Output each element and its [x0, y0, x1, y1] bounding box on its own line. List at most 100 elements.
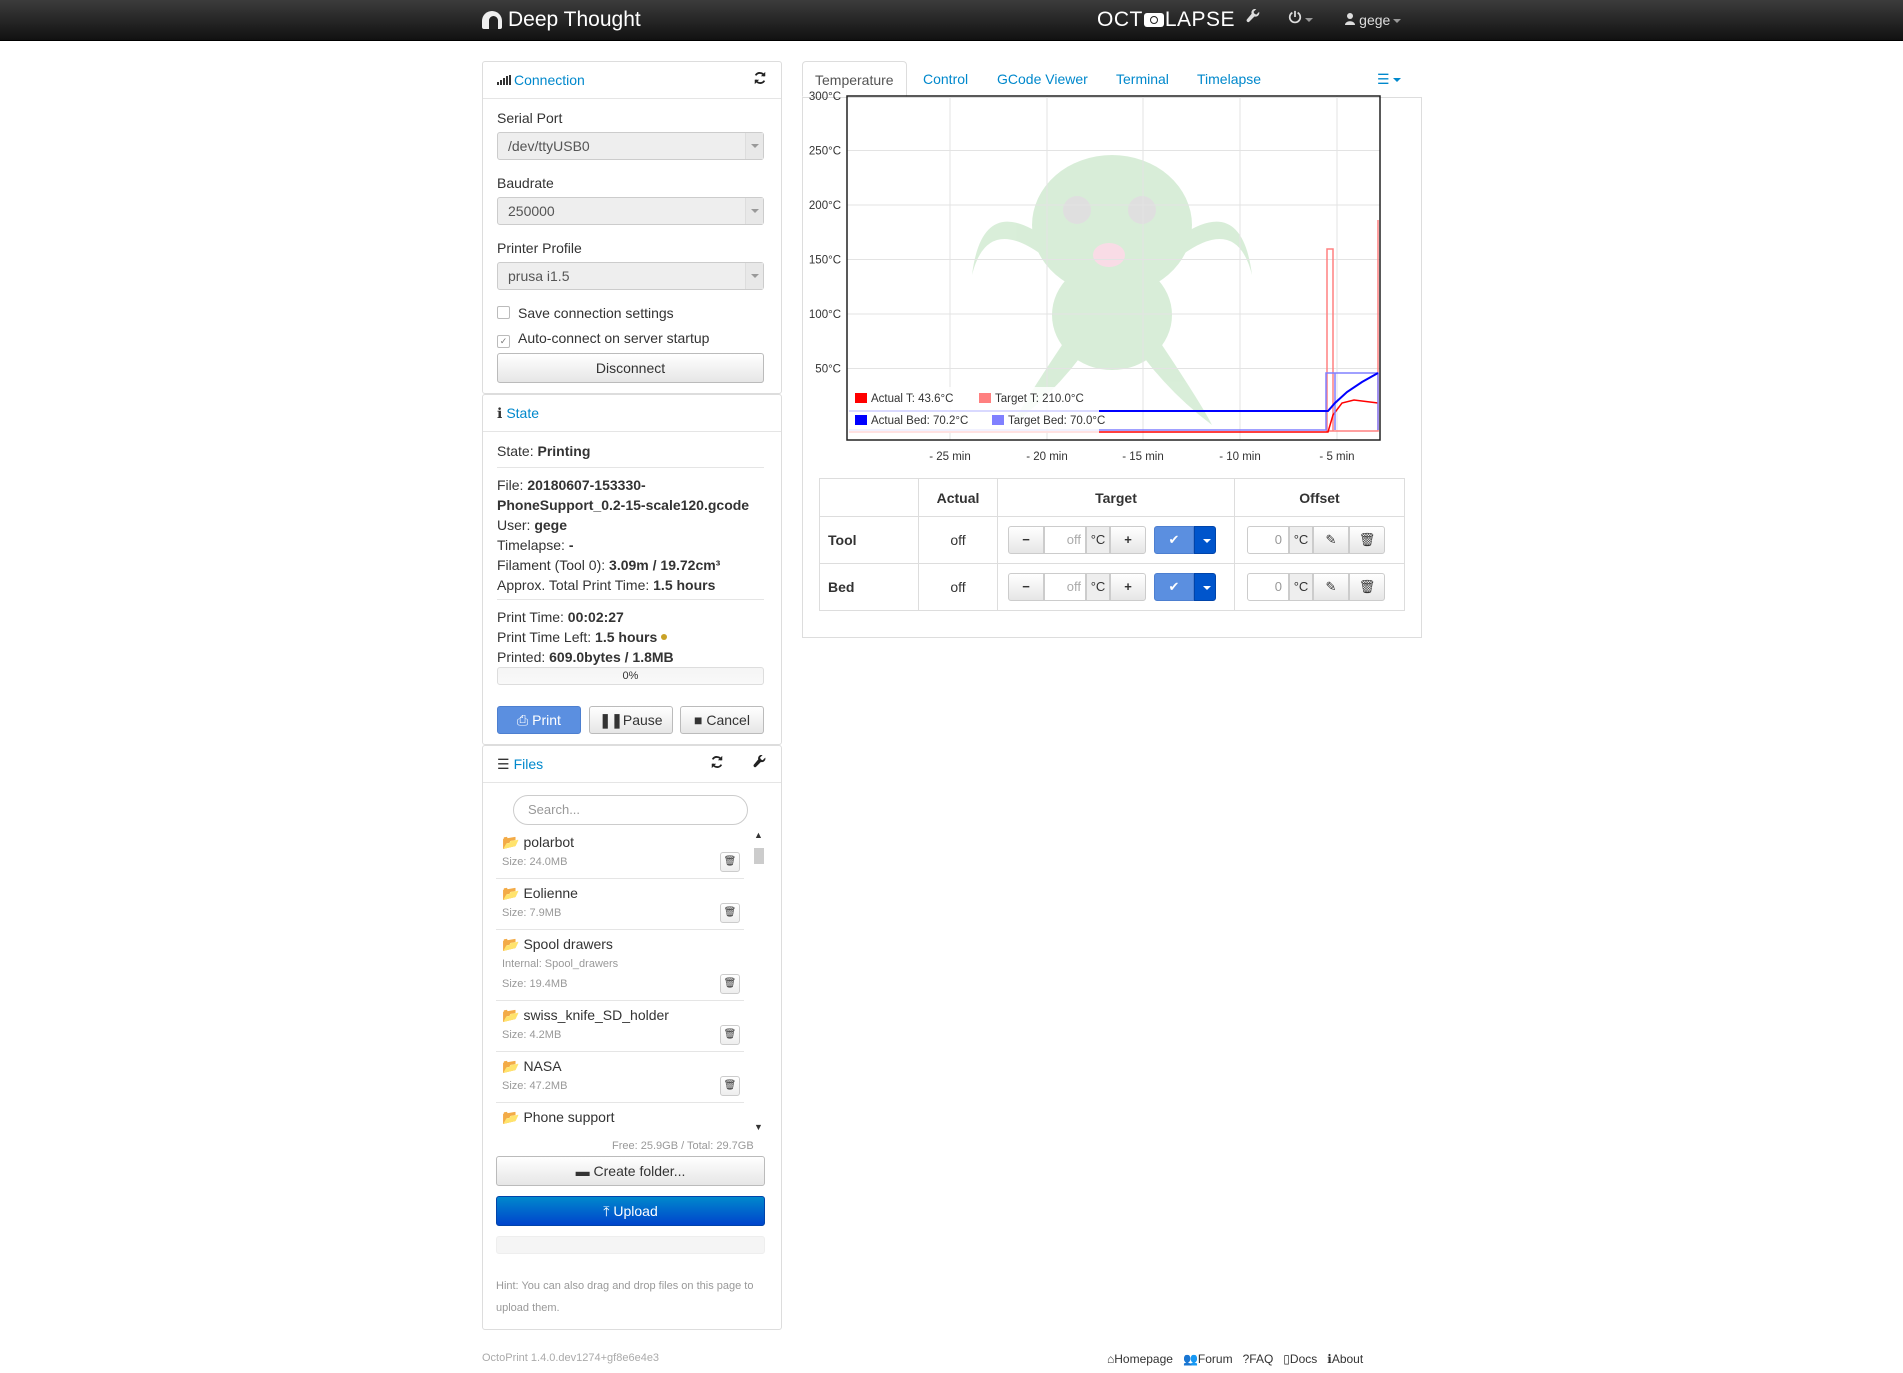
upload-button[interactable]: ⤒ Upload [496, 1196, 765, 1226]
state-title[interactable]: ℹ State [497, 405, 539, 422]
offset-controls: 0 °C ✎ 🗑 [1234, 516, 1405, 564]
trash-icon[interactable]: 🗑 [720, 903, 740, 923]
target-dropdown-toggle[interactable] [1194, 573, 1216, 601]
y-tick-label: 150°C [809, 255, 841, 267]
connection-panel-header[interactable]: Connection [483, 62, 781, 99]
printed-value: 609.0bytes / 1.8MB [549, 649, 674, 665]
edit-offset-button[interactable]: ✎ [1313, 526, 1349, 554]
set-target-button[interactable]: ✔ [1154, 573, 1194, 601]
file-name-cont: PhoneSupport_0.2-15-scale120.gcode [497, 497, 750, 513]
brand-link[interactable]: Deep Thought [482, 0, 641, 40]
footer-link-docs[interactable]: ▯Docs [1283, 1352, 1317, 1366]
increase-target-button[interactable]: + [1110, 573, 1146, 601]
trash-icon[interactable]: 🗑 [720, 974, 740, 994]
trash-icon[interactable]: 🗑 [720, 1076, 740, 1096]
y-tick-label: 300°C [809, 91, 841, 103]
folder-open-icon: 📂 [502, 834, 520, 850]
footer-links: ⌂Homepage 👥Forum ?FAQ ▯Docs ℹAbout [1107, 1352, 1363, 1366]
target-dropdown-toggle[interactable] [1194, 526, 1216, 554]
legend-target-tool: Target T: 210.0°C [995, 393, 1084, 405]
system-power-menu[interactable] [1288, 0, 1313, 40]
reset-offset-button[interactable]: 🗑 [1349, 573, 1385, 601]
file-item-internal: Internal: Spool_drawers [502, 958, 619, 970]
file-item-name: Phone support [523, 1109, 615, 1125]
footer-link-homepage[interactable]: ⌂Homepage [1107, 1352, 1173, 1366]
printer-profile-select[interactable]: prusa i1.5 [497, 262, 764, 290]
disconnect-button[interactable]: Disconnect [497, 353, 764, 383]
connection-title[interactable]: Connection [497, 72, 585, 88]
offset-input[interactable]: 0 [1247, 526, 1289, 554]
tab-overflow-menu[interactable]: ☰ [1377, 61, 1401, 97]
checkbox-checked[interactable]: ✓ [497, 335, 510, 348]
file-info: File: 20180607-153330- PhoneSupport_0.2-… [497, 477, 750, 593]
reset-offset-button[interactable]: 🗑 [1349, 526, 1385, 554]
file-search-input[interactable]: Search... [513, 795, 748, 825]
print-button[interactable]: ⎙ Print [497, 706, 581, 734]
tab-timelapse[interactable]: Timelapse [1197, 61, 1261, 97]
state-panel-header[interactable]: ℹ State [483, 395, 781, 432]
chevron-up-icon[interactable]: ▲ [754, 830, 763, 840]
decrease-target-button[interactable]: − [1008, 573, 1044, 601]
tab-control[interactable]: Control [923, 61, 968, 97]
set-target-button[interactable]: ✔ [1154, 526, 1194, 554]
octolapse-logo[interactable]: OCT LAPSE [1097, 0, 1235, 40]
decrease-target-button[interactable]: − [1008, 526, 1044, 554]
user-icon [1345, 13, 1355, 25]
increase-target-button[interactable]: + [1110, 526, 1146, 554]
trash-icon[interactable]: 🗑 [720, 852, 740, 872]
cancel-button[interactable]: ■ Cancel [680, 706, 764, 734]
brand-name: Deep Thought [508, 8, 641, 31]
serial-port-select[interactable]: /dev/ttyUSB0 [497, 132, 764, 160]
file-list-scrollbar[interactable]: ▲ ▼ [752, 830, 764, 1135]
save-connection-label: Save connection settings [518, 305, 674, 321]
file-name: 20180607-153330- [527, 477, 646, 493]
baudrate-label: Baudrate [497, 175, 554, 191]
chevron-down-icon [745, 263, 763, 289]
files-title[interactable]: ☰ Files [497, 756, 543, 773]
pause-button[interactable]: ❚❚Pause [589, 706, 673, 734]
file-item-spool-drawers[interactable]: 📂 Spool drawers Internal: Spool_drawers S… [496, 930, 744, 1001]
target-input[interactable]: off [1044, 526, 1086, 554]
baudrate-select[interactable]: 250000 [497, 197, 764, 225]
footer-link-forum[interactable]: 👥Forum [1183, 1352, 1233, 1366]
users-icon: 👥 [1182, 1352, 1198, 1366]
target-input[interactable]: off [1044, 573, 1086, 601]
save-connection-checkbox[interactable]: Save connection settings [497, 305, 674, 321]
caret-down-icon [1202, 585, 1211, 590]
tab-gcode-viewer[interactable]: GCode Viewer [997, 61, 1088, 97]
header-actual: Actual [918, 478, 998, 517]
checkbox-box[interactable] [497, 306, 510, 319]
folder-open-icon: 📂 [502, 1109, 520, 1125]
trash-icon[interactable]: 🗑 [720, 1025, 740, 1045]
file-item-swiss-knife[interactable]: 📂 swiss_knife_SD_holder Size: 4.2MB 🗑 [496, 1001, 744, 1052]
file-item-size: Size: 24.0MB [502, 856, 568, 868]
file-item-nasa[interactable]: 📂 NASA Size: 47.2MB 🗑 [496, 1052, 744, 1103]
progress-bar: 0% [497, 667, 764, 685]
file-item-eolienne[interactable]: 📂 Eolienne Size: 7.9MB 🗑 [496, 879, 744, 930]
files-refresh-icon[interactable] [710, 755, 724, 772]
tab-terminal[interactable]: Terminal [1116, 61, 1169, 97]
connection-refresh-icon[interactable] [753, 71, 767, 88]
file-list[interactable]: 📂 polarbot Size: 24.0MB 🗑 📂 Eolienne Size:… [496, 828, 753, 1135]
chevron-down-icon[interactable]: ▼ [754, 1122, 763, 1132]
file-item-phone-support[interactable]: 📂 Phone support [496, 1103, 744, 1135]
files-panel-header[interactable]: ☰ Files [483, 746, 781, 783]
navbar: Deep Thought OCT LAPSE gege [0, 0, 1903, 41]
footer-link-about[interactable]: ℹAbout [1327, 1352, 1363, 1366]
autoconnect-checkbox[interactable]: ✓ Auto-connect on server startup [497, 330, 709, 348]
offset-input[interactable]: 0 [1247, 573, 1289, 601]
settings-wrench-icon[interactable] [1246, 0, 1261, 40]
scrollbar-thumb[interactable] [754, 848, 764, 864]
legend-target-bed: Target Bed: 70.0°C [1008, 415, 1105, 427]
header-empty [819, 478, 919, 517]
list-icon: ☰ [497, 756, 510, 772]
files-wrench-icon[interactable] [753, 754, 767, 772]
total-time-value: 1.5 hours [653, 577, 716, 593]
user-menu[interactable]: gege [1345, 0, 1402, 40]
edit-offset-button[interactable]: ✎ [1313, 573, 1349, 601]
create-folder-button[interactable]: ▬ Create folder... [496, 1156, 765, 1186]
footer-link-faq[interactable]: ?FAQ [1243, 1352, 1274, 1366]
connection-panel: Connection Serial Port /dev/ttyUSB0 Baud… [482, 61, 782, 394]
file-item-polarbot[interactable]: 📂 polarbot Size: 24.0MB 🗑 [496, 828, 744, 879]
legend-swatch-target-bed [992, 415, 1004, 425]
